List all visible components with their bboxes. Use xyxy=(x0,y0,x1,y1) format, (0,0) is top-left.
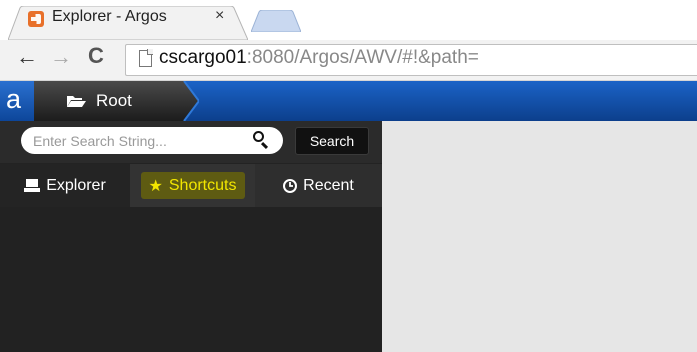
search-input[interactable] xyxy=(21,127,283,154)
drive-icon xyxy=(24,179,41,192)
url-host: cscargo01 xyxy=(159,47,247,68)
argos-favicon-icon xyxy=(28,11,44,27)
folder-open-icon xyxy=(67,96,86,107)
url-path: :8080/Argos/AWV/#!&path= xyxy=(246,47,479,68)
url-text[interactable]: cscargo01:8080/Argos/AWV/#!&path= xyxy=(159,46,479,70)
search-icon[interactable] xyxy=(253,131,264,142)
breadcrumb-label: Root xyxy=(96,91,132,110)
tab-shortcuts[interactable]: ★ Shortcuts xyxy=(130,164,255,207)
new-tab-button[interactable] xyxy=(250,9,302,33)
explorer-tree-area xyxy=(0,207,382,352)
star-icon: ★ xyxy=(148,177,163,195)
reload-icon[interactable]: C xyxy=(88,44,104,68)
tab-shortcuts-label: Shortcuts xyxy=(168,176,237,194)
back-arrow-icon[interactable]: ← xyxy=(16,45,38,69)
tab-recent[interactable]: Recent xyxy=(255,164,382,207)
forward-arrow-icon[interactable]: → xyxy=(50,45,72,69)
tab-explorer-label: Explorer xyxy=(46,176,106,194)
tab-recent-label: Recent xyxy=(303,176,354,194)
search-button[interactable]: Search xyxy=(295,127,369,155)
browser-tab-title: Explorer - Argos xyxy=(52,8,167,25)
app-logo-letter: a xyxy=(6,84,22,114)
close-tab-icon[interactable]: × xyxy=(215,7,224,25)
tab-explorer[interactable]: Explorer xyxy=(0,164,130,207)
content-area xyxy=(382,121,697,352)
page-icon xyxy=(139,49,153,67)
clock-icon xyxy=(283,178,298,193)
